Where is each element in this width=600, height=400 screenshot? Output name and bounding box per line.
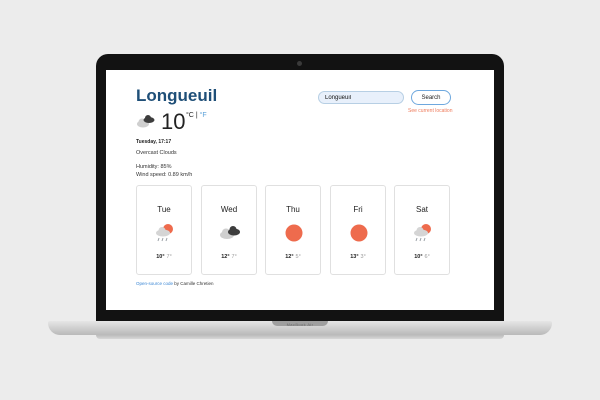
forecast-day: Thu xyxy=(286,205,300,214)
unit-celsius[interactable]: °C xyxy=(186,112,194,119)
overcast-clouds-icon xyxy=(137,115,155,128)
sun-icon xyxy=(285,224,303,242)
unit-separator: | xyxy=(195,112,198,119)
forecast-low: 6° xyxy=(424,254,430,260)
humidity-text: Humidity: 85% xyxy=(136,164,172,170)
current-location-link[interactable]: See current location xyxy=(408,108,452,114)
laptop-label: MacBook Air xyxy=(286,322,314,327)
forecast-temps: 10° 6° xyxy=(395,254,449,260)
forecast-temps: 12° 5° xyxy=(266,254,320,260)
forecast-day: Fri xyxy=(353,205,363,214)
forecast-temps: 13° 3° xyxy=(331,254,385,260)
wind-speed-text: Wind speed: 0.89 km/h xyxy=(136,172,193,178)
laptop-foot xyxy=(96,335,504,339)
forecast-card: Thu 12° 5° xyxy=(265,185,321,275)
search-button[interactable]: Search xyxy=(411,90,451,105)
current-temperature: 10 xyxy=(161,109,186,134)
forecast-day: Wed xyxy=(220,205,238,214)
forecast-card: Fri 13° 3° xyxy=(330,185,386,275)
forecast-card: Tue 10° 7° xyxy=(136,185,192,275)
footer: Open-source code by Camille Chretien xyxy=(136,281,214,286)
forecast-card: Wed 12° 7° xyxy=(201,185,257,275)
rain-icon xyxy=(414,224,431,242)
current-datetime: Tuesday, 17:17 xyxy=(136,139,172,145)
forecast-high: 12° xyxy=(285,254,294,260)
source-code-link[interactable]: Open-source code xyxy=(136,281,173,286)
forecast-temps: 12° 7° xyxy=(202,254,256,260)
unit-toggle: °C | °F xyxy=(186,112,207,119)
forecast-high: 10° xyxy=(414,254,423,260)
forecast-card: Sat 10° 6° xyxy=(394,185,450,275)
forecast-high: 12° xyxy=(221,254,230,260)
camera-dot xyxy=(297,61,302,66)
forecast-day: Tue xyxy=(157,205,171,214)
sun-icon xyxy=(350,224,368,242)
city-title: Longueuil xyxy=(136,86,218,105)
unit-fahrenheit[interactable]: °F xyxy=(200,112,207,119)
forecast-low: 5° xyxy=(295,254,301,260)
forecast-day: Sat xyxy=(415,205,428,214)
search-input[interactable] xyxy=(318,91,404,104)
forecast-high: 13° xyxy=(350,254,359,260)
clouds-icon xyxy=(220,226,240,239)
forecast-low: 7° xyxy=(166,254,172,260)
footer-credit: by Camille Chretien xyxy=(173,281,214,286)
forecast-low: 3° xyxy=(360,254,366,260)
forecast-low: 7° xyxy=(231,254,237,260)
forecast-temps: 10° 7° xyxy=(137,254,191,260)
weather-description: Overcast Clouds xyxy=(136,150,177,156)
rain-icon xyxy=(156,224,173,242)
forecast-high: 10° xyxy=(156,254,165,260)
app-screen: Longueuil Search See current location 10… xyxy=(106,70,494,310)
